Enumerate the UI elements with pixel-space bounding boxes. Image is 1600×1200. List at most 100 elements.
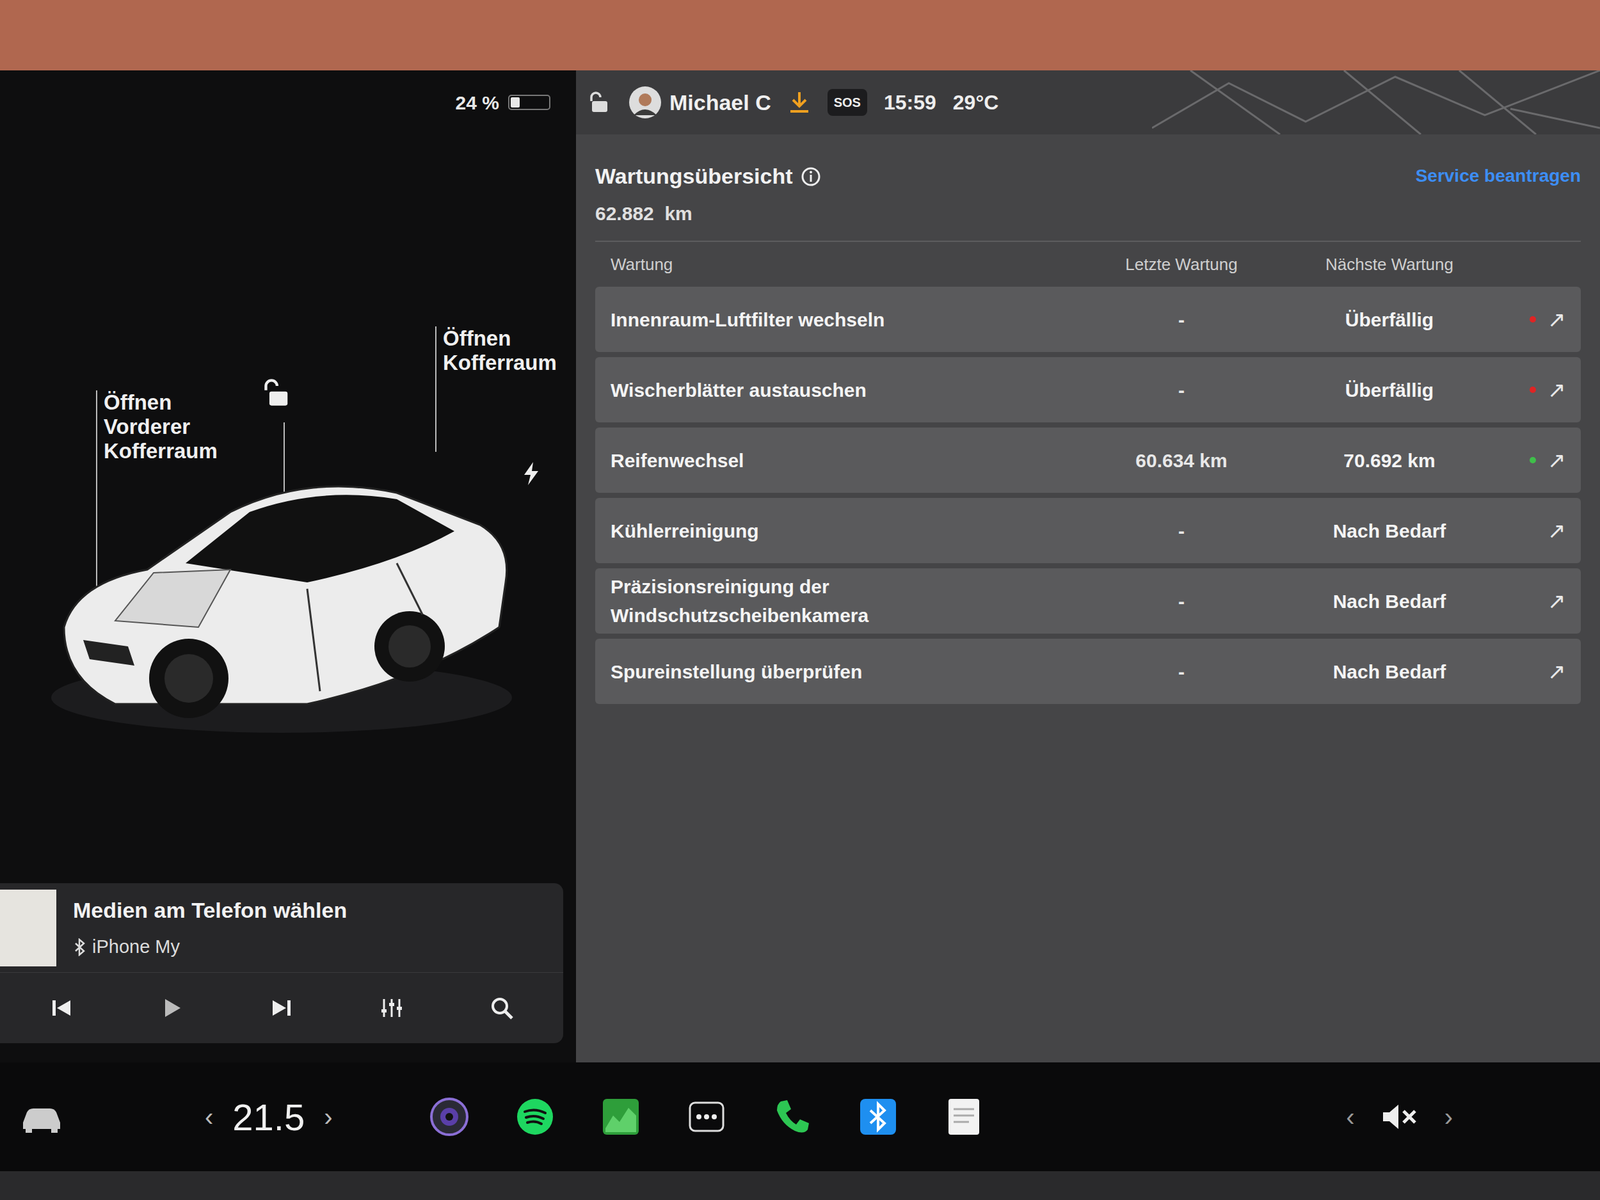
search-icon[interactable] [488,995,515,1021]
screen-content: 24 % Öffnen Vorderer KofferraumÖffnen Kof… [0,70,1600,1063]
avatar-icon [628,85,662,120]
row-actions: ↗ [1495,444,1566,477]
energy-chart-icon[interactable] [600,1096,642,1138]
app-launcher [428,1096,985,1138]
muted-speaker-icon[interactable] [1380,1100,1419,1133]
car-view: Öffnen Vorderer KofferraumÖffnen Kofferr… [0,134,576,884]
column-header: Nächste Wartung [1283,252,1496,278]
overview-title-row: Wartungsübersicht [595,160,822,193]
last-service: - [1079,375,1284,405]
odometer: 62.882 km [595,199,822,228]
info-icon[interactable] [800,166,822,187]
battery-status: 24 % [0,70,576,135]
media-device: iPhone My [92,933,180,962]
lock-pointer [283,422,285,500]
unlock-icon[interactable] [588,90,612,114]
clock: 15:59 [883,87,937,118]
status-dot [1529,316,1536,323]
open-link[interactable]: ↗ [1547,373,1566,407]
volume-control: ‹› [1345,1097,1453,1136]
climate-control: ‹21.5› [204,1089,333,1145]
row-actions: ↗ [1495,655,1566,688]
maintenance-overview: Wartungsübersicht 62.882 km Service beantr… [576,134,1600,1063]
maintenance-name: Reifenwechsel [610,446,1080,475]
maintenance-row[interactable]: Wischerblätter austauschen-Überfällig ↗ [595,357,1581,423]
temp-increase[interactable]: › [323,1097,333,1136]
bluetooth-app-icon[interactable] [857,1096,899,1138]
car-panel: 24 % Öffnen Vorderer KofferraumÖffnen Kof… [0,70,576,1063]
spotify-icon[interactable] [514,1096,556,1138]
car-model-icon [38,435,525,736]
play-icon[interactable] [158,995,185,1021]
car-icon[interactable] [19,1100,64,1133]
open-link[interactable]: ↗ [1547,514,1566,548]
battery-percent: 24 % [455,88,500,118]
unlocked-icon[interactable] [262,377,294,409]
maintenance-name: Spureinstellung überprüfen [610,657,1080,687]
maintenance-row[interactable]: Präzisionsreinigung der Windschutzscheib… [595,568,1581,634]
row-actions: ↗ [1495,303,1566,336]
volume-increase[interactable]: › [1444,1097,1453,1136]
driver-profile[interactable]: Michael C [628,85,772,120]
media-controls [0,972,564,1044]
charge-port-icon[interactable] [521,460,541,487]
download-icon[interactable] [787,89,811,116]
maintenance-row[interactable]: Kühlerreinigung-Nach Bedarf↗ [595,497,1581,564]
sos-button[interactable]: SOS [827,88,868,116]
table-header: WartungLetzte WartungNächste Wartung [595,241,1581,287]
outside-temperature: 29°C [952,87,1000,118]
open-link[interactable]: ↗ [1547,655,1566,688]
maintenance-row[interactable]: Innenraum-Luftfilter wechseln-Überfällig… [595,286,1581,352]
album-art [0,889,57,967]
maintenance-name: Kühlerreinigung [610,516,1080,546]
bluetooth-icon [72,938,88,957]
maintenance-row[interactable]: Reifenwechsel60.634 km70.692 km ↗ [595,427,1581,493]
next-service: 70.692 km [1283,446,1496,475]
last-service: 60.634 km [1079,446,1284,475]
media-title[interactable]: Medien am Telefon wählen [72,894,347,927]
battery-track [508,94,551,111]
next-service: Überfällig [1283,305,1496,335]
service-request-link[interactable]: Service beantragen [1415,160,1581,190]
next-service: Nach Bedarf [1283,586,1496,616]
media-text: Medien am Telefon wählen iPhone My [72,894,347,962]
open-link[interactable]: ↗ [1547,303,1566,336]
maintenance-panel: Michael C SOS 15:59 29°C Wartungsübersicht 62… [576,70,1600,1063]
previous-icon[interactable] [48,995,75,1021]
temp-decrease[interactable]: ‹ [204,1097,214,1136]
equalizer-icon[interactable] [378,995,405,1021]
status-bar: Michael C SOS 15:59 29°C [576,70,1600,135]
dock-bar: ‹21.5›‹› [0,1062,1600,1172]
last-service: - [1079,657,1284,687]
background-wall [0,0,1600,71]
media-player: Medien am Telefon wählen iPhone My [0,883,564,1044]
media-source: iPhone My [72,933,347,962]
status-dot [1529,456,1536,464]
touch-screen: 24 % Öffnen Vorderer KofferraumÖffnen Kof… [0,70,1600,1172]
screen-bezel [0,1171,1600,1200]
maintenance-name: Präzisionsreinigung der Windschutzscheib… [610,572,1080,630]
notes-icon[interactable] [943,1096,985,1138]
maintenance-row[interactable]: Spureinstellung überprüfen-Nach Bedarf ↗ [595,638,1581,704]
open-link[interactable]: ↗ [1547,444,1566,477]
next-icon[interactable] [268,995,295,1021]
phone-icon[interactable] [771,1096,813,1138]
column-header: Wartung [610,252,1080,278]
next-service: Nach Bedarf [1283,657,1496,687]
next-service: Überfällig [1283,375,1496,405]
open-link[interactable]: ↗ [1547,584,1566,618]
battery-fill [510,97,520,108]
last-service: - [1079,305,1284,335]
next-service: Nach Bedarf [1283,516,1496,546]
maintenance-list: Innenraum-Luftfilter wechseln-Überfällig… [595,286,1581,704]
more-apps-icon[interactable] [686,1096,728,1138]
volume-decrease[interactable]: ‹ [1345,1097,1355,1136]
row-actions: ↗ [1495,584,1566,618]
overview-header: Wartungsübersicht 62.882 km Service beantr… [595,160,1581,242]
row-actions: ↗ [1495,514,1566,548]
overview-title-block: Wartungsübersicht 62.882 km [595,160,822,228]
maintenance-name: Wischerblätter austauschen [610,375,1080,405]
trunk-open-button[interactable]: Öffnen Kofferraum [435,326,564,452]
column-header: Letzte Wartung [1079,252,1284,278]
camera-icon[interactable] [428,1096,470,1138]
